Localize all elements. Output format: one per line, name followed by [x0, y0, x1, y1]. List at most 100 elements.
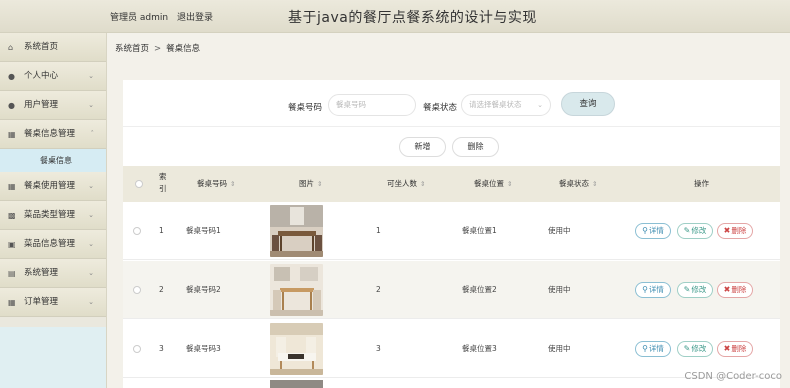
- pencil-icon: ✎: [683, 344, 691, 353]
- table-row: 2 餐桌号码2 2 餐桌位置2 使用中 ⚲详情 ✎修改 ✖删除: [123, 261, 780, 319]
- search-icon: ⚲: [642, 285, 648, 294]
- delete-label: 删除: [731, 226, 747, 235]
- header-label: 餐桌状态: [559, 179, 589, 188]
- header-table-no[interactable]: 餐桌号码 ⇕: [197, 166, 235, 202]
- view-button[interactable]: ⚲详情: [635, 341, 671, 357]
- cell-index: 2: [159, 285, 164, 294]
- table-image-partial: [270, 380, 323, 388]
- sidebar-item-label: 餐桌使用管理: [24, 181, 76, 191]
- sidebar-item-table-usage-management[interactable]: ▦ 餐桌使用管理 ⌄: [0, 172, 106, 201]
- header-status[interactable]: 餐桌状态 ⇕: [559, 166, 597, 202]
- chevron-down-icon: ⌄: [88, 211, 94, 219]
- grid-icon: ▦: [8, 130, 16, 139]
- view-button[interactable]: ⚲详情: [635, 282, 671, 298]
- user-icon: ●: [8, 72, 15, 81]
- select-all-checkbox[interactable]: [135, 180, 143, 188]
- view-label: 详情: [648, 285, 664, 294]
- clipboard-icon: ▣: [8, 240, 16, 249]
- sidebar-item-label: 个人中心: [24, 71, 59, 81]
- row-checkbox[interactable]: [133, 345, 141, 353]
- chevron-down-icon: ⌄: [88, 269, 94, 277]
- header-label: 可坐人数: [387, 179, 417, 188]
- header-label: 餐桌位置: [474, 179, 504, 188]
- add-button[interactable]: 新增: [399, 137, 446, 157]
- header-operations: 操作: [694, 179, 709, 188]
- cell-location: 餐桌位置1: [462, 226, 497, 235]
- dining-room-photo: [270, 264, 323, 316]
- cell-index: 3: [159, 344, 164, 353]
- sidebar-item-label: 菜品类型管理: [24, 210, 76, 220]
- cell-seats: 1: [376, 226, 381, 235]
- view-button[interactable]: ⚲详情: [635, 223, 671, 239]
- delete-button[interactable]: 删除: [452, 137, 499, 157]
- cell-location: 餐桌位置3: [462, 344, 497, 353]
- breadcrumb-home[interactable]: 系统首页: [115, 44, 149, 54]
- header-seats[interactable]: 可坐人数 ⇕: [387, 166, 425, 202]
- status-label: 餐桌状态: [423, 103, 458, 113]
- delete-label: 删除: [731, 344, 747, 353]
- delete-label: 删除: [731, 285, 747, 294]
- delete-row-button[interactable]: ✖删除: [717, 282, 753, 298]
- sidebar-item-dish-info-management[interactable]: ▣ 菜品信息管理 ⌄: [0, 230, 106, 259]
- sidebar: ⌂ 系统首页 ● 个人中心 ⌄ ● 用户管理 ⌄ ▦ 餐桌信息管理 ˆ 餐桌信息 ▦ 餐桌使用管…: [0, 33, 107, 388]
- close-icon: ✖: [723, 285, 731, 294]
- sidebar-item-table-info-management[interactable]: ▦ 餐桌信息管理 ˆ: [0, 120, 106, 149]
- sidebar-item-label: 订单管理: [24, 297, 59, 307]
- pencil-icon: ✎: [683, 285, 691, 294]
- header-label: 餐桌号码: [197, 179, 227, 188]
- status-select-placeholder: 请选择餐桌状态: [469, 100, 522, 109]
- breadcrumb: 系统首页 > 餐桌信息: [115, 42, 200, 54]
- top-bar: 管理员 admin 退出登录 基于java的餐厅点餐系统的设计与实现: [0, 0, 790, 33]
- search-icon: ⚲: [642, 226, 648, 235]
- page-title: 基于java的餐厅点餐系统的设计与实现: [288, 10, 537, 26]
- view-label: 详情: [648, 344, 664, 353]
- main-panel: 餐桌号码 餐桌号码 餐桌状态 请选择餐桌状态 ⌄ 查询 新增 删除 索引 餐桌号码…: [123, 80, 780, 388]
- table-no-input[interactable]: 餐桌号码: [328, 94, 416, 116]
- cell-table-no: 餐桌号码3: [186, 344, 221, 353]
- chevron-down-icon: ⌄: [88, 72, 94, 80]
- sidebar-item-system-management[interactable]: ▤ 系统管理 ⌄: [0, 259, 106, 288]
- sort-icon: ⇕: [592, 180, 598, 188]
- grid-icon: ▦: [8, 298, 16, 307]
- watermark: CSDN @Coder-coco: [684, 371, 782, 382]
- sidebar-subitem-table-info[interactable]: 餐桌信息: [0, 149, 106, 172]
- home-icon: ⌂: [8, 43, 14, 52]
- cell-location: 餐桌位置2: [462, 285, 497, 294]
- cell-seats: 3: [376, 344, 381, 353]
- user-icon: ●: [8, 101, 15, 110]
- edit-button[interactable]: ✎修改: [677, 282, 713, 298]
- delete-row-button[interactable]: ✖删除: [717, 223, 753, 239]
- edit-button[interactable]: ✎修改: [677, 223, 713, 239]
- sidebar-item-personal-center[interactable]: ● 个人中心 ⌄: [0, 62, 106, 91]
- breadcrumb-separator: >: [154, 44, 162, 54]
- query-button[interactable]: 查询: [561, 92, 615, 116]
- table-header: 索引 餐桌号码 ⇕ 图片 ⇕ 可坐人数 ⇕ 餐桌位置 ⇕ 餐桌状态 ⇕ 操作: [123, 166, 780, 202]
- row-checkbox[interactable]: [133, 286, 141, 294]
- delete-row-button[interactable]: ✖删除: [717, 341, 753, 357]
- sidebar-item-label: 系统管理: [24, 268, 59, 278]
- divider: [123, 126, 780, 127]
- logout-link[interactable]: 退出登录: [177, 13, 213, 23]
- cell-table-no: 餐桌号码2: [186, 285, 221, 294]
- search-icon: ⚲: [642, 344, 648, 353]
- chevron-down-icon: ⌄: [88, 240, 94, 248]
- status-select[interactable]: 请选择餐桌状态 ⌄: [461, 94, 551, 116]
- edit-label: 修改: [691, 344, 707, 353]
- cell-status: 使用中: [548, 344, 571, 353]
- sidebar-item-home[interactable]: ⌂ 系统首页: [0, 33, 106, 62]
- edit-button[interactable]: ✎修改: [677, 341, 713, 357]
- sidebar-item-user-management[interactable]: ● 用户管理 ⌄: [0, 91, 106, 120]
- sidebar-item-order-management[interactable]: ▦ 订单管理 ⌄: [0, 288, 106, 317]
- user-info: 管理员 admin 退出登录: [110, 10, 219, 23]
- header-location[interactable]: 餐桌位置 ⇕: [474, 166, 512, 202]
- header-image[interactable]: 图片 ⇕: [299, 166, 322, 202]
- dining-room-photo: [270, 323, 323, 375]
- cell-index: 1: [159, 226, 164, 235]
- dining-room-photo: [270, 205, 323, 257]
- chevron-down-icon: ⌄: [88, 298, 94, 306]
- sidebar-item-dish-type-management[interactable]: ▩ 菜品类型管理 ⌄: [0, 201, 106, 230]
- sort-icon: ⇕: [507, 180, 513, 188]
- chevron-down-icon: ⌄: [88, 182, 94, 190]
- row-checkbox[interactable]: [133, 227, 141, 235]
- chevron-down-icon: ⌄: [88, 101, 94, 109]
